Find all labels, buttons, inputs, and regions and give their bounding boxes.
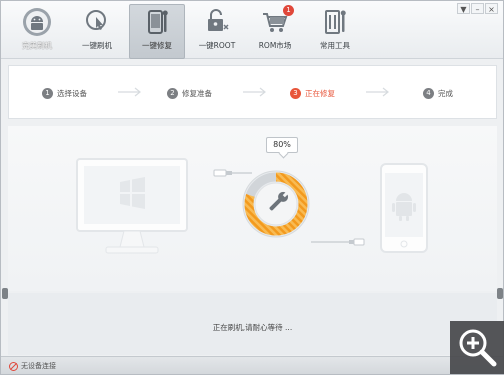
toolbar-label: 一键ROOT [198, 41, 236, 50]
main-toolbar: 完美刷机 一键刷机 一键修复 一键ROOT 1 ROM市场 常用工具 ▼ – × [1, 1, 503, 59]
device-connection-status: 无设备连接 [9, 361, 56, 371]
step-label: 正在修复 [305, 88, 335, 98]
notification-badge: 1 [283, 5, 294, 16]
step-repair-prep: 2 修复准备 [167, 87, 212, 99]
minimize-button[interactable]: – [471, 3, 484, 14]
device-status-text: 无设备连接 [21, 362, 56, 370]
step-number: 2 [167, 87, 178, 99]
toolbar-label: 一键刷机 [82, 41, 112, 50]
status-message: 正在刷机,请耐心等待 ... [212, 323, 293, 332]
step-arrow-icon [366, 87, 389, 97]
toolbar-label: ROM市场 [258, 41, 292, 50]
repair-illustration [8, 126, 497, 291]
zoom-in-button[interactable] [450, 321, 504, 374]
progress-percent-tooltip: 80% [266, 137, 298, 153]
step-repairing: 3 正在修复 [290, 87, 335, 99]
toolbar-common-tools[interactable]: 常用工具 [307, 5, 363, 57]
right-resize-handle[interactable] [497, 288, 503, 299]
usb-cable-icon [311, 238, 365, 246]
close-button[interactable]: × [485, 3, 498, 14]
no-device-icon [9, 361, 18, 371]
step-label: 选择设备 [57, 88, 87, 98]
touch-icon [86, 10, 106, 30]
computer-monitor-icon [76, 158, 188, 254]
toolbar-rom-market[interactable]: 1 ROM市场 [247, 5, 303, 57]
repair-phone-icon [148, 10, 168, 34]
menu-button[interactable]: ▼ [457, 3, 470, 14]
progress-ring [242, 170, 310, 238]
step-complete: 4 完成 [423, 87, 453, 99]
toolbar-label: 完美刷机 [22, 41, 52, 50]
toolbar-one-click-flash[interactable]: 一键刷机 [69, 5, 125, 57]
unlock-icon [208, 9, 229, 31]
toolbar-perfect-flash[interactable]: 完美刷机 [9, 5, 65, 57]
step-label: 修复准备 [182, 88, 212, 98]
left-resize-handle[interactable] [2, 288, 8, 299]
step-number: 1 [42, 87, 53, 99]
toolbar-one-click-repair[interactable]: 一键修复 [129, 4, 185, 59]
step-select-device: 1 选择设备 [42, 87, 87, 99]
step-arrow-icon [243, 87, 266, 97]
android-phone-icon [380, 163, 428, 253]
toolbar-label: 常用工具 [320, 41, 350, 50]
step-number: 4 [423, 87, 434, 99]
app-window: 完美刷机 一键刷机 一键修复 一键ROOT 1 ROM市场 常用工具 ▼ – ×… [0, 0, 504, 375]
step-arrow-icon [118, 87, 141, 97]
toolbar-label: 一键修复 [142, 41, 172, 50]
tools-icon [325, 10, 346, 34]
step-number: 3 [290, 87, 301, 99]
toolbar-one-click-root[interactable]: 一键ROOT [189, 5, 245, 57]
status-message-area: 正在刷机,请耐心等待 ... [8, 293, 497, 355]
magnifier-plus-icon [459, 329, 497, 367]
progress-steps: 1 选择设备 2 修复准备 3 正在修复 4 完成 [8, 65, 497, 119]
step-label: 完成 [438, 88, 453, 98]
android-icon [23, 8, 51, 36]
status-bar: 无设备连接 [1, 356, 503, 374]
